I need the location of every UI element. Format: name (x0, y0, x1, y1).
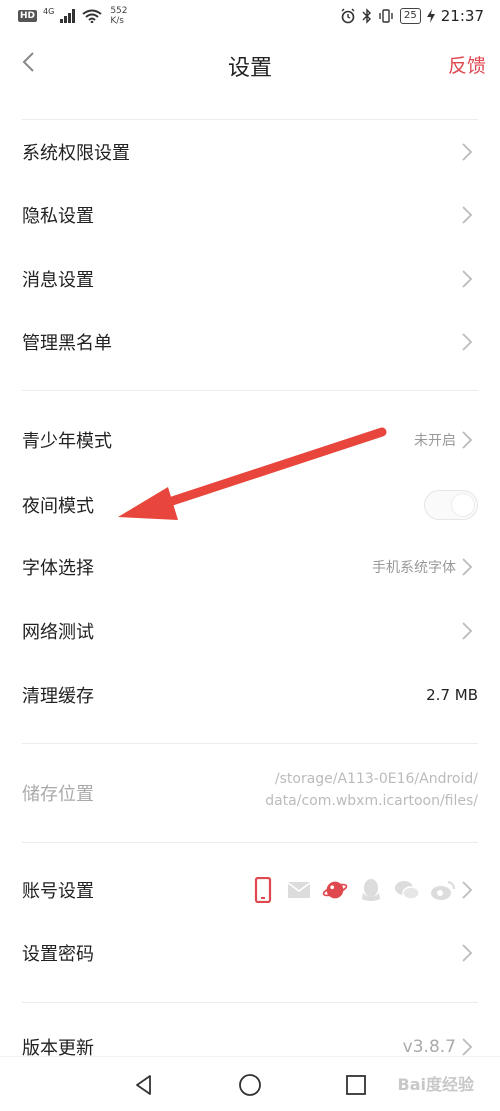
chevron-right-icon (462, 1038, 473, 1056)
chevron-right-icon (462, 333, 473, 351)
row-label: 消息设置 (22, 270, 94, 291)
chevron-right-icon (462, 881, 473, 899)
chevron-right-icon (462, 558, 473, 576)
divider (22, 119, 478, 120)
row-label: 字体选择 (22, 558, 94, 579)
status-right: 25 21:37 (340, 7, 484, 25)
toggle-knob (451, 493, 475, 517)
chevron-right-icon (462, 622, 473, 640)
chevron-right-icon (462, 206, 473, 224)
row-label: 夜间模式 (22, 496, 94, 517)
bluetooth-icon (362, 8, 372, 24)
row-label: 清理缓存 (22, 686, 94, 707)
signal-bars-icon (60, 9, 76, 23)
charging-icon (426, 9, 435, 23)
hd-badge: HD (18, 10, 38, 22)
wechat-icon (394, 877, 420, 903)
row-privacy-settings[interactable]: 隐私设置 (0, 184, 500, 246)
row-set-password[interactable]: 设置密码 (0, 922, 500, 984)
row-font-select[interactable]: 字体选择 手机系统字体 (0, 536, 500, 598)
header: 设置 反馈 (0, 36, 500, 92)
row-label: 系统权限设置 (22, 143, 130, 164)
row-youth-mode[interactable]: 青少年模式 未开启 (0, 409, 500, 471)
nav-recents-icon[interactable] (344, 1073, 368, 1097)
vibrate-icon (379, 9, 393, 23)
row-system-permissions[interactable]: 系统权限设置 (0, 121, 500, 183)
row-network-test[interactable]: 网络测试 (0, 600, 500, 662)
alarm-icon (341, 8, 355, 24)
watermark: Bai度经验 (397, 1075, 474, 1094)
nav-home-icon[interactable] (238, 1073, 262, 1097)
storage-path: /storage/A113-0E16/Android/ data/com.wbx… (265, 768, 478, 812)
status-left: HD 4G 552 K/s (18, 6, 128, 26)
cache-size: 2.7 MB (426, 686, 478, 704)
row-label: 设置密码 (22, 944, 94, 965)
net-speed: 552 K/s (110, 6, 127, 26)
storage-path-line2: data/com.wbxm.icartoon/files/ (265, 793, 478, 809)
chevron-right-icon (462, 431, 473, 449)
account-icons (250, 877, 456, 903)
youth-mode-status: 未开启 (414, 433, 456, 449)
nav-back-icon[interactable] (132, 1073, 156, 1097)
divider (22, 842, 478, 843)
chevron-right-icon (462, 270, 473, 288)
row-night-mode: 夜间模式 (0, 474, 500, 536)
qq-icon (358, 877, 384, 903)
chevron-right-icon (462, 143, 473, 161)
divider (22, 743, 478, 744)
row-blacklist[interactable]: 管理黑名单 (0, 311, 500, 373)
phone-icon (250, 877, 276, 903)
row-label: 储存位置 (22, 784, 94, 805)
font-select-value: 手机系统字体 (372, 560, 456, 576)
row-storage-location: 储存位置 /storage/A113-0E16/Android/ data/co… (0, 760, 500, 826)
row-clear-cache[interactable]: 清理缓存 2.7 MB (0, 664, 500, 726)
system-nav-bar: Bai度经验 (0, 1056, 500, 1111)
row-label: 隐私设置 (22, 206, 94, 227)
divider (22, 1002, 478, 1003)
mail-icon (286, 877, 312, 903)
chevron-right-icon (462, 944, 473, 962)
storage-path-line1: /storage/A113-0E16/Android/ (274, 771, 478, 787)
weibo-icon (430, 877, 456, 903)
page-title: 设置 (227, 56, 272, 81)
version-value: v3.8.7 (402, 1037, 456, 1057)
status-time: 21:37 (440, 7, 484, 25)
divider (22, 390, 478, 391)
row-label: 管理黑名单 (22, 333, 112, 354)
signal-label: 4G (43, 6, 55, 16)
battery-level: 25 (400, 8, 421, 24)
row-label: 青少年模式 (22, 431, 112, 452)
net-speed-unit: K/s (110, 16, 124, 26)
row-account-settings[interactable]: 账号设置 (0, 859, 500, 921)
status-bar: HD 4G 552 K/s 25 21:37 (0, 0, 500, 36)
feedback-button[interactable]: 反馈 (448, 51, 486, 78)
planet-icon (322, 877, 348, 903)
row-label: 网络测试 (22, 622, 94, 643)
night-mode-toggle[interactable] (424, 490, 478, 520)
row-label: 账号设置 (22, 881, 94, 902)
row-message-settings[interactable]: 消息设置 (0, 248, 500, 310)
wifi-icon (82, 9, 102, 23)
net-speed-value: 552 (110, 6, 128, 16)
